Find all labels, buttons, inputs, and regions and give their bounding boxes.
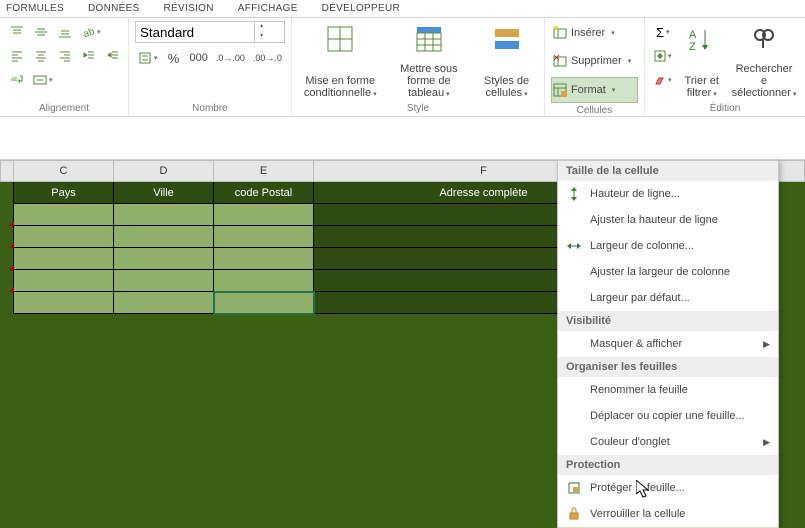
thousands-format-icon[interactable]: 000 [187, 47, 211, 69]
merge-cells-icon[interactable]: ▾ [30, 69, 56, 91]
decrease-indent-icon[interactable] [78, 45, 100, 67]
number-format-combo[interactable]: ▴▾ [135, 21, 285, 43]
menu-hide-unhide[interactable]: Masquer & afficher▶ [558, 331, 778, 357]
wrap-text-icon[interactable]: ab [6, 69, 28, 91]
autosum-icon[interactable]: Σ▾ [651, 21, 675, 43]
group-label-number: Nombre [135, 101, 285, 114]
delete-cells-label: Supprimer [571, 55, 622, 67]
menu-row-height[interactable]: Hauteur de ligne... [558, 181, 778, 207]
number-format-input[interactable] [136, 22, 254, 42]
align-bottom-icon[interactable] [54, 21, 76, 43]
group-style: Mise en forme conditionnelle▾ Mettre sou… [292, 18, 545, 116]
format-dropdown-menu: Taille de la cellule Hauteur de ligne...… [557, 160, 779, 528]
format-as-table-button[interactable]: Mettre sous forme de tableau▾ [387, 21, 472, 101]
find-select-label: Rechercher e sélectionner [732, 63, 793, 99]
svg-text:ab: ab [82, 26, 95, 39]
group-label-style: Style [298, 101, 538, 114]
format-cells-button[interactable]: Format▾ [551, 77, 638, 103]
cell-styles-button[interactable]: Styles de cellules▾ [475, 21, 538, 101]
svg-text:A: A [689, 29, 697, 41]
sort-filter-button[interactable]: AZ Trier et filtrer▾ [679, 21, 725, 101]
insert-cells-label: Insérer [571, 27, 605, 39]
col-header-e[interactable]: E [214, 161, 314, 182]
align-top-icon[interactable] [6, 21, 28, 43]
col-header-c[interactable]: C [14, 161, 114, 182]
svg-text:ab: ab [11, 77, 18, 83]
group-number: ▴▾ ▾ % 000 .0→.00 .00→.0 Nombre [129, 18, 292, 116]
menu-rename-sheet[interactable]: Renommer la feuille [558, 377, 778, 403]
menu-autofit-row-height[interactable]: Ajuster la hauteur de ligne [558, 207, 778, 233]
clear-icon[interactable]: ▾ [651, 69, 675, 91]
menu-lock-cell[interactable]: Verrouiller la cellule [558, 501, 778, 527]
group-cells: Insérer▾ Supprimer▾ Format▾ Cellules [545, 18, 645, 116]
orientation-icon[interactable]: ab▾ [78, 21, 104, 43]
percent-format-icon[interactable]: % [163, 47, 185, 69]
accounting-format-icon[interactable]: ▾ [135, 47, 161, 69]
align-center-icon[interactable] [30, 45, 52, 67]
header-ville: Ville [114, 182, 214, 204]
col-header-blank[interactable] [1, 161, 14, 182]
tab-affichage[interactable]: AFFICHAGE [238, 2, 298, 15]
tab-formules[interactable]: FORMULES [6, 2, 64, 15]
formula-bar-area [0, 117, 805, 160]
align-middle-icon[interactable] [30, 21, 52, 43]
menu-move-copy-sheet[interactable]: Déplacer ou copier une feuille... [558, 403, 778, 429]
ribbon: ab▾ ab ▾ Alignement ▴▾ ▾ % [0, 18, 805, 117]
menu-section-protection: Protection [558, 455, 778, 475]
align-left-icon[interactable] [6, 45, 28, 67]
tab-developpeur[interactable]: DÉVELOPPEUR [322, 2, 400, 15]
menu-column-width[interactable]: Largeur de colonne... [558, 233, 778, 259]
conditional-formatting-button[interactable]: Mise en forme conditionnelle▾ [298, 21, 383, 101]
worksheet-area[interactable]: C D E F H Pays Ville code Postal Adresse… [0, 160, 805, 528]
group-label-alignment: Alignement [6, 101, 122, 114]
conditional-formatting-label: Mise en forme conditionnelle [304, 75, 375, 99]
align-right-icon[interactable] [54, 45, 76, 67]
header-pays: Pays [14, 182, 114, 204]
tab-donnees[interactable]: DONNÉES [88, 2, 140, 15]
menu-autofit-column-width[interactable]: Ajuster la largeur de colonne [558, 259, 778, 285]
insert-cells-button[interactable]: Insérer▾ [551, 21, 638, 45]
svg-text:Z: Z [689, 41, 696, 52]
menu-protect-sheet[interactable]: Protéger la feuille... [558, 475, 778, 501]
menu-section-cellsize: Taille de la cellule [558, 161, 778, 181]
ribbon-tabs: FORMULES DONNÉES RÉVISION AFFICHAGE DÉVE… [0, 0, 805, 18]
menu-tab-color[interactable]: Couleur d'onglet▶ [558, 429, 778, 455]
increase-decimal-icon[interactable]: .0→.00 [213, 47, 248, 69]
menu-section-visibility: Visibilité [558, 311, 778, 331]
delete-cells-button[interactable]: Supprimer▾ [551, 49, 638, 73]
fill-icon[interactable]: ▾ [651, 45, 675, 67]
increase-indent-icon[interactable] [102, 45, 124, 67]
decrease-decimal-icon[interactable]: .00→.0 [250, 47, 285, 69]
format-cells-label: Format [571, 84, 606, 96]
group-label-editing: Édition [651, 101, 799, 114]
menu-default-width[interactable]: Largeur par défaut... [558, 285, 778, 311]
find-select-button[interactable]: Rechercher e sélectionner▾ [729, 21, 799, 101]
tab-revision[interactable]: RÉVISION [164, 2, 214, 15]
menu-section-organize: Organiser les feuilles [558, 357, 778, 377]
header-codepostal: code Postal [214, 182, 314, 204]
cell-styles-label: Styles de cellules [484, 75, 529, 99]
group-editing: Σ▾ ▾ ▾ AZ Trier et filtrer▾ Rechercher e… [645, 18, 805, 116]
group-alignment: ab▾ ab ▾ Alignement [0, 18, 129, 116]
group-label-cells: Cellules [551, 103, 638, 116]
col-header-d[interactable]: D [114, 161, 214, 182]
